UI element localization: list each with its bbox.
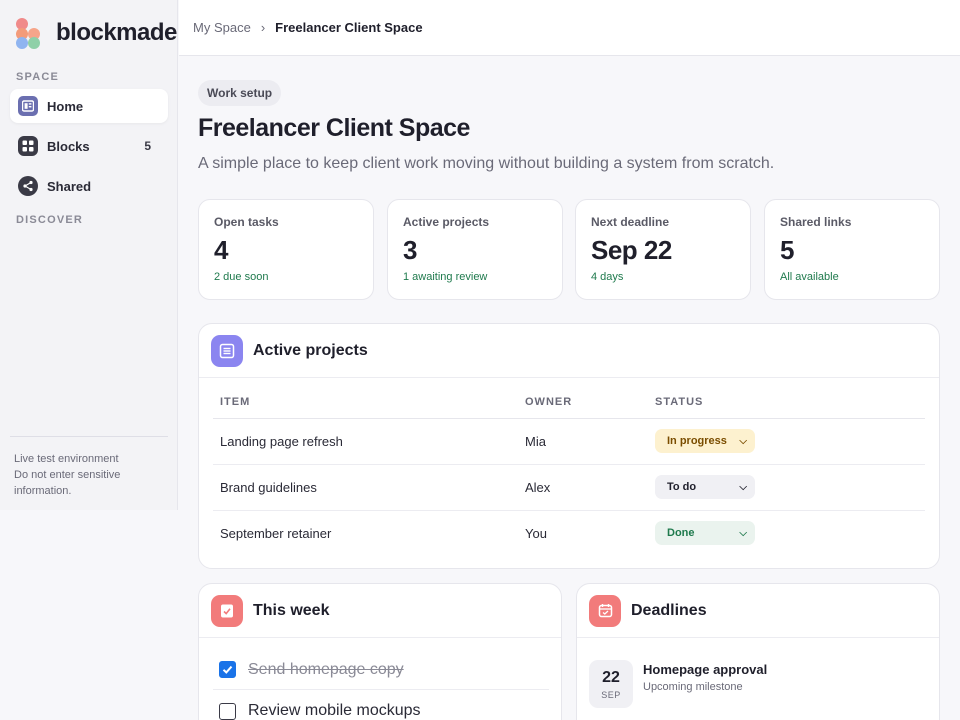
home-icon <box>18 96 38 116</box>
task-item: Review mobile mockups <box>213 691 549 720</box>
page-subtitle: A simple place to keep client work movin… <box>198 155 775 172</box>
list-icon <box>211 334 243 367</box>
blocks-count: 5 <box>144 139 151 153</box>
calendar-icon <box>589 594 621 627</box>
projects-table: ITEM OWNER STATUS Landing page refresh M… <box>213 396 925 556</box>
date-badge: 22 SEP <box>589 660 633 708</box>
sidebar: blockmade SPACE Home Blocks 5 Shared DIS… <box>0 0 178 510</box>
table-row: Landing page refresh Mia In progress ⌵ <box>213 418 925 465</box>
status-select[interactable]: In progress ⌵ <box>655 429 755 453</box>
task-item: Send homepage copy <box>213 650 549 690</box>
sidebar-item-label: Blocks <box>47 138 90 154</box>
stat-card-shared-links: Shared links 5 All available <box>764 199 940 300</box>
status-select[interactable]: Done ⌵ <box>655 521 755 546</box>
status-select[interactable]: To do ⌵ <box>655 475 755 499</box>
table-row: September retainer You Done ⌵ <box>213 510 925 556</box>
logo-text: blockmade <box>56 19 177 46</box>
cell-item: Landing page refresh <box>213 418 518 465</box>
stat-card-next-deadline: Next deadline Sep 22 4 days <box>575 199 751 300</box>
task-label: Review mobile mockups <box>248 702 421 719</box>
sidebar-item-shared[interactable]: Shared <box>10 169 168 203</box>
environment-note: Live test environment Do not enter sensi… <box>10 436 168 499</box>
task-checkbox[interactable] <box>219 661 236 678</box>
card-title: This week <box>253 601 330 619</box>
card-title: Active projects <box>253 341 368 359</box>
checklist-icon <box>211 594 243 627</box>
deadline-title[interactable]: Homepage approval <box>643 662 767 677</box>
sidebar-item-label: Shared <box>47 178 92 194</box>
logo[interactable]: blockmade <box>16 18 177 49</box>
share-icon <box>18 176 38 196</box>
section-label-discover: DISCOVER <box>16 214 84 226</box>
cell-item: Brand guidelines <box>213 464 518 511</box>
cell-owner: You <box>525 525 547 541</box>
stat-card-open-tasks: Open tasks 4 2 due soon <box>198 199 374 300</box>
breadcrumb-root-link[interactable]: My Space <box>193 20 251 35</box>
cell-owner: Alex <box>518 464 648 511</box>
active-projects-card: Active projects ITEM OWNER STATUS Landin… <box>198 323 940 569</box>
sidebar-item-label: Home <box>47 98 84 114</box>
column-header-owner: OWNER <box>518 396 648 419</box>
breadcrumb-current: Freelancer Client Space <box>275 20 423 35</box>
card-header: Active projects <box>199 324 939 378</box>
table-row: Brand guidelines Alex To do ⌵ <box>213 464 925 511</box>
chevron-down-icon: ⌵ <box>739 527 747 539</box>
card-header: Deadlines <box>577 584 939 638</box>
sidebar-item-home[interactable]: Home <box>10 89 168 123</box>
cell-item: September retainer <box>220 525 332 541</box>
topbar: My Space › Freelancer Client Space <box>179 0 960 56</box>
sidebar-item-blocks[interactable]: Blocks 5 <box>10 129 168 163</box>
deadlines-card: Deadlines 22 SEP Homepage approval Upcom… <box>576 583 940 720</box>
breadcrumb-separator-icon: › <box>260 20 266 35</box>
date-month: SEP <box>601 689 621 700</box>
column-header-status: STATUS <box>648 396 925 419</box>
cell-owner: Mia <box>518 418 648 465</box>
task-checkbox[interactable] <box>219 702 236 720</box>
chevron-down-icon: ⌵ <box>739 435 747 447</box>
logo-mark-icon <box>16 18 42 49</box>
task-label: Send homepage copy <box>248 660 404 678</box>
section-label-space: SPACE <box>16 71 60 83</box>
column-header-item: ITEM <box>213 396 518 419</box>
deadline-subtitle: Upcoming milestone <box>643 681 743 693</box>
category-chip: Work setup <box>198 80 282 106</box>
page-title: Freelancer Client Space <box>198 114 470 142</box>
chevron-down-icon: ⌵ <box>739 481 747 493</box>
this-week-card: This week Send homepage copy Review mobi… <box>198 583 562 720</box>
card-title: Deadlines <box>631 601 707 619</box>
date-day: 22 <box>602 668 620 686</box>
blocks-icon <box>18 136 38 156</box>
card-header: This week <box>199 584 561 638</box>
breadcrumb: My Space › Freelancer Client Space <box>193 20 423 35</box>
stat-card-active-projects: Active projects 3 1 awaiting review <box>387 199 563 300</box>
